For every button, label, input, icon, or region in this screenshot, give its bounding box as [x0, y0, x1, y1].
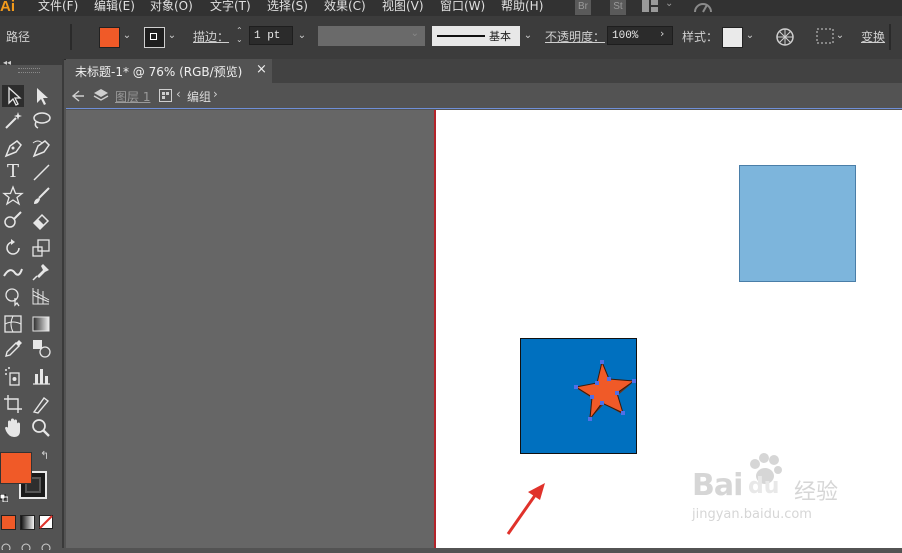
- watermark-brand-du: du: [748, 474, 780, 499]
- baidu-jingyan-watermark: Bai du 经验 jingyan.baidu.com: [690, 450, 860, 530]
- dark-blue-square[interactable]: [520, 338, 637, 454]
- watermark-url: jingyan.baidu.com: [692, 507, 812, 522]
- annotation-arrow: [506, 483, 545, 535]
- watermark-chinese: 经验: [794, 480, 839, 505]
- watermark-brand: Bai: [692, 468, 743, 503]
- light-blue-square[interactable]: [739, 165, 856, 282]
